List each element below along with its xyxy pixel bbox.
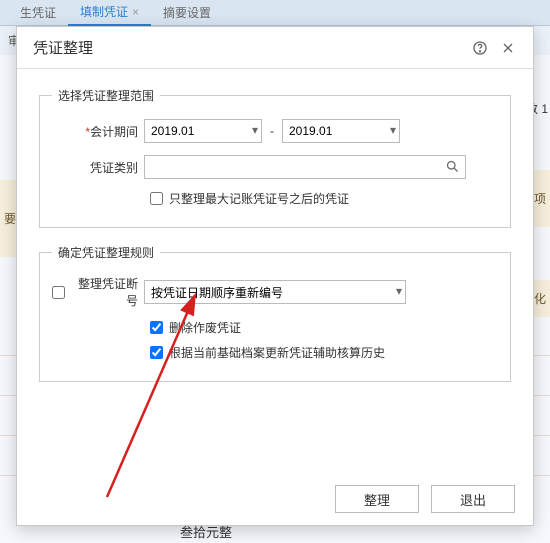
delete-void-row: 删除作废凭证 bbox=[52, 319, 498, 336]
help-icon[interactable] bbox=[469, 37, 491, 59]
delete-void-checkbox[interactable] bbox=[150, 321, 163, 334]
search-icon[interactable] bbox=[445, 159, 460, 177]
bg-tab-active[interactable]: 填制凭证× bbox=[68, 0, 151, 26]
renumber-checkbox[interactable] bbox=[52, 286, 65, 299]
dialog-body: 选择凭证整理范围 *会计期间 ▾ - ▾ 凭证类别 bbox=[17, 69, 533, 408]
close-icon[interactable] bbox=[497, 37, 519, 59]
scope-fieldset: 选择凭证整理范围 *会计期间 ▾ - ▾ 凭证类别 bbox=[39, 87, 511, 228]
category-input[interactable] bbox=[144, 155, 466, 179]
only-after-max-checkbox[interactable] bbox=[150, 192, 163, 205]
voucher-cleanup-dialog: 凭证整理 选择凭证整理范围 *会计期间 ▾ - ▾ bbox=[16, 26, 534, 526]
renumber-label: 整理凭证断号 bbox=[75, 275, 138, 309]
period-to-select[interactable] bbox=[282, 119, 400, 143]
dialog-title: 凭证整理 bbox=[33, 37, 463, 58]
delete-void-label: 删除作废凭证 bbox=[169, 319, 241, 336]
bg-tab[interactable]: 生凭证 bbox=[8, 0, 68, 25]
range-dash: - bbox=[270, 124, 274, 138]
update-history-label: 根据当前基础档案更新凭证辅助核算历史 bbox=[169, 344, 385, 361]
renumber-label-wrap: 整理凭证断号 bbox=[52, 275, 144, 309]
only-after-max-label: 只整理最大记账凭证号之后的凭证 bbox=[169, 190, 349, 207]
period-row: *会计期间 ▾ - ▾ bbox=[52, 118, 498, 144]
ok-button[interactable]: 整理 bbox=[335, 485, 419, 513]
rules-legend: 确定凭证整理规则 bbox=[52, 244, 160, 261]
bg-tabbar: 生凭证 填制凭证× 摘要设置 bbox=[0, 0, 550, 26]
period-label: *会计期间 bbox=[52, 123, 144, 140]
close-icon[interactable]: × bbox=[132, 5, 139, 19]
period-from-select[interactable] bbox=[144, 119, 262, 143]
rules-fieldset: 确定凭证整理规则 整理凭证断号 ▾ 删除作废凭证 根据当前基础档案更新凭证辅助核… bbox=[39, 244, 511, 382]
only-after-max-row: 只整理最大记账凭证号之后的凭证 bbox=[52, 190, 498, 207]
dialog-footer: 整理 退出 bbox=[335, 485, 515, 513]
category-row: 凭证类别 bbox=[52, 154, 498, 180]
bg-tab[interactable]: 摘要设置 bbox=[151, 0, 223, 25]
category-label: 凭证类别 bbox=[52, 159, 144, 176]
dialog-header: 凭证整理 bbox=[17, 27, 533, 69]
renumber-order-select[interactable] bbox=[144, 280, 406, 304]
cancel-button[interactable]: 退出 bbox=[431, 485, 515, 513]
update-history-checkbox[interactable] bbox=[150, 346, 163, 359]
update-history-row: 根据当前基础档案更新凭证辅助核算历史 bbox=[52, 344, 498, 361]
scope-legend: 选择凭证整理范围 bbox=[52, 87, 160, 104]
renumber-row: 整理凭证断号 ▾ bbox=[52, 275, 498, 309]
